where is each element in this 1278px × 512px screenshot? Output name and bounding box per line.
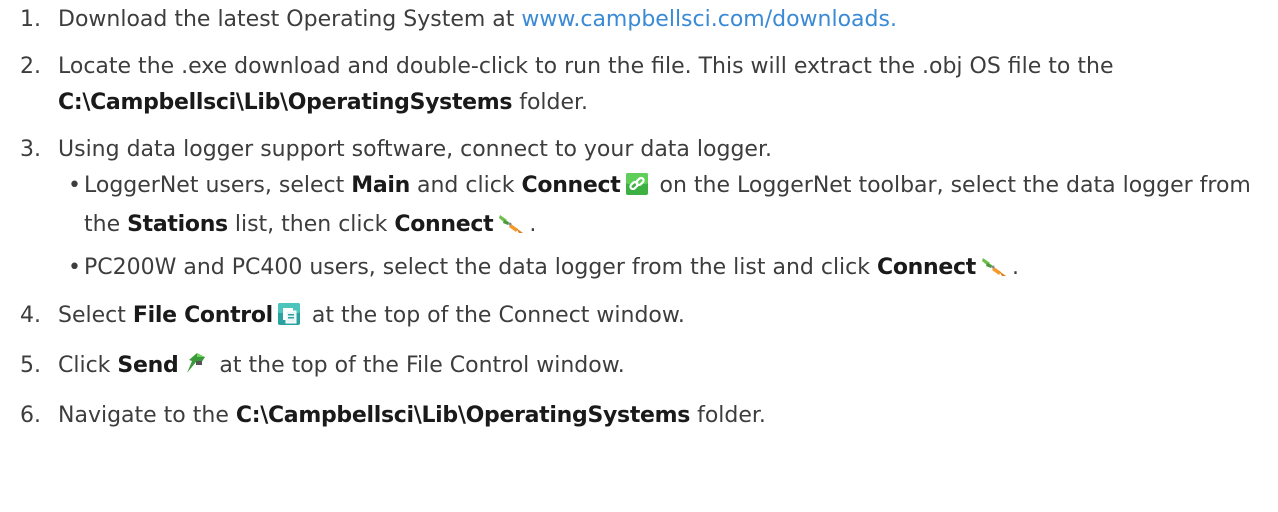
step-1: 1. Download the latest Operating System … (20, 2, 1270, 38)
send-arrow-icon (183, 351, 207, 387)
bullet: • (68, 255, 81, 280)
sub-text: PC200W and PC400 users, select the data … (84, 255, 877, 280)
step-number: 4. (20, 303, 41, 328)
file-control-icon (277, 301, 300, 337)
step-number: 3. (20, 137, 41, 162)
send-label: Send (117, 353, 179, 378)
os-folder-path: C:\Campbellsci\Lib\OperatingSystems (58, 90, 513, 115)
main-label: Main (351, 173, 410, 198)
connect-label: Connect (521, 173, 621, 198)
step-2-text: Locate the .exe download and double-clic… (58, 54, 1114, 79)
step-text: Using data logger support software, conn… (58, 132, 1270, 168)
step-5-text: Click (58, 353, 118, 378)
plug-connect-icon (498, 210, 524, 246)
step-text: Click Send at the top of the File Contro… (58, 348, 1270, 387)
sub-text: . (1011, 255, 1019, 280)
file-control-label: File Control (132, 303, 273, 328)
sub-list: • LoggerNet users, select Main and click… (20, 168, 1270, 289)
step-6: 6. Navigate to the C:\Campbellsci\Lib\Op… (20, 398, 1270, 434)
bullet: • (68, 173, 81, 198)
connect-label: Connect (877, 255, 976, 280)
os-folder-path: C:\Campbellsci\Lib\OperatingSystems (235, 403, 691, 428)
step-4-text: Select (58, 303, 133, 328)
step-2-text-end: folder. (512, 90, 589, 115)
step-3-text: Using data logger support software, conn… (58, 137, 772, 162)
sub-text: list, then click (227, 212, 395, 237)
step-6-text: Navigate to the (58, 403, 236, 428)
step-text: Navigate to the C:\Campbellsci\Lib\Opera… (58, 398, 1270, 434)
stations-label: Stations (127, 212, 228, 237)
sub-item-loggernet: • LoggerNet users, select Main and click… (68, 168, 1270, 246)
step-4: 4. Select File Control at the top of the… (20, 298, 1270, 337)
step-6-text-end: folder. (690, 403, 766, 428)
sub-text: and click (410, 173, 522, 198)
sub-text: LoggerNet users, select (84, 173, 352, 198)
downloads-link[interactable]: www.campbellsci.com/downloads. (521, 7, 897, 32)
sub-text: . (529, 212, 537, 237)
step-number: 2. (20, 54, 41, 79)
connect-label: Connect (394, 212, 494, 237)
step-number: 6. (20, 403, 41, 428)
step-1-text: Download the latest Operating System at (58, 7, 522, 32)
step-4-text-end: at the top of the Connect window. (304, 303, 685, 328)
instruction-steps: 1. Download the latest Operating System … (20, 0, 1270, 434)
step-3: 3. Using data logger support software, c… (20, 132, 1270, 168)
step-text: Locate the .exe download and double-clic… (58, 49, 1270, 121)
step-5: 5. Click Send at the top of the File Con… (20, 348, 1270, 387)
step-number: 1. (20, 7, 41, 32)
step-text: Select File Control at the top of the Co… (58, 298, 1270, 337)
step-3-substeps: • LoggerNet users, select Main and click… (20, 168, 1270, 289)
plug-connect-icon (981, 253, 1007, 289)
step-5-text-end: at the top of the File Control window. (212, 353, 625, 378)
step-2: 2. Locate the .exe download and double-c… (20, 49, 1270, 121)
chain-link-icon (625, 171, 648, 207)
step-text: Download the latest Operating System at … (58, 2, 1270, 38)
step-number: 5. (20, 353, 41, 378)
sub-item-pc200w: • PC200W and PC400 users, select the dat… (68, 250, 1270, 289)
